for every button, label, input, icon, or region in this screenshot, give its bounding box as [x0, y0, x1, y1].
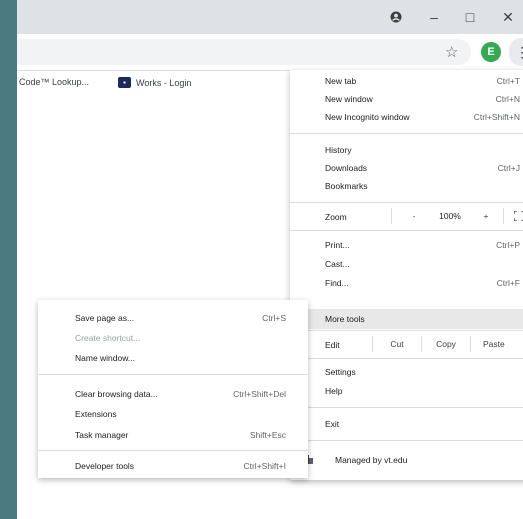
toolbar: ☆ E ⋮ — [17, 34, 523, 71]
cut-button[interactable]: Cut — [373, 331, 421, 357]
menu-item-history[interactable]: History — [290, 142, 523, 159]
bookmark-item[interactable]: ▪ Works - Login — [118, 77, 191, 88]
zoom-in-button[interactable]: + — [466, 203, 506, 229]
submenu-divider — [38, 374, 308, 375]
star-icon[interactable]: ☆ — [445, 43, 458, 61]
menu-item-label: Help — [325, 386, 343, 396]
submenu-item-label: Task manager — [75, 430, 129, 440]
submenu-item-name-window[interactable]: Name window... — [38, 348, 308, 368]
bookmark-label: Code™ Lookup... — [19, 77, 90, 87]
menu-item-find[interactable]: Find... Ctrl+F — [290, 275, 523, 292]
more-tools-submenu: Save page as... Ctrl+S Create shortcut..… — [38, 300, 308, 478]
menu-item-label: New window — [325, 94, 373, 104]
browser-window: – □ ✕ ☆ E ⋮ Code™ Lookup... ▪ Works - Lo… — [17, 0, 523, 519]
menu-item-exit[interactable]: Exit — [290, 416, 523, 433]
menu-divider — [290, 358, 523, 359]
submenu-item-shortcut: Ctrl+Shift+I — [243, 461, 286, 471]
account-circle-icon[interactable] — [383, 6, 409, 28]
chrome-menu-button[interactable]: ⋮ — [509, 38, 523, 66]
zoom-divider — [391, 208, 392, 224]
menu-item-label: Exit — [325, 419, 340, 429]
submenu-item-save-page[interactable]: Save page as... Ctrl+S — [38, 308, 308, 328]
menu-item-shortcut: Ctrl+Shift+N — [473, 112, 520, 122]
paste-button[interactable]: Paste — [471, 331, 523, 357]
menu-divider — [290, 133, 523, 134]
bookmark-label: Works - Login — [136, 77, 192, 88]
bookmark-site-icon: ▪ — [118, 77, 131, 88]
submenu-item-label: Developer tools — [75, 461, 135, 471]
menu-item-label: More tools — [325, 314, 365, 324]
menu-item-bookmarks[interactable]: Bookmarks — [290, 178, 523, 195]
submenu-item-shortcut: Ctrl+S — [262, 313, 286, 323]
minimize-button[interactable]: – — [421, 6, 447, 28]
zoom-level: 100% — [439, 211, 461, 221]
address-bar[interactable]: ☆ — [17, 39, 471, 65]
profile-avatar[interactable]: E — [481, 42, 501, 62]
menu-item-new-tab[interactable]: New tab Ctrl+T — [290, 73, 523, 90]
maximize-button[interactable]: □ — [457, 6, 483, 28]
menu-item-label: New Incognito window — [325, 112, 410, 122]
bookmark-item[interactable]: Code™ Lookup... — [19, 77, 89, 87]
menu-item-shortcut: Ctrl+P — [496, 240, 520, 250]
submenu-item-label: Name window... — [75, 353, 135, 363]
menu-item-settings[interactable]: Settings — [290, 364, 523, 381]
menu-item-label: Find... — [325, 278, 349, 288]
menu-item-label: History — [325, 145, 352, 155]
submenu-item-label: Extensions — [75, 409, 117, 419]
submenu-divider — [38, 450, 308, 451]
zoom-divider — [503, 208, 504, 224]
menu-item-shortcut: Ctrl+T — [496, 76, 520, 86]
zoom-label: Zoom — [325, 212, 347, 222]
chrome-menu: New tab Ctrl+T New window Ctrl+N New Inc… — [290, 70, 523, 480]
menu-item-label: Downloads — [325, 163, 368, 173]
submenu-item-clear-browsing-data[interactable]: Clear browsing data... Ctrl+Shift+Del — [38, 384, 308, 404]
menu-item-help[interactable]: Help — [290, 383, 523, 400]
menu-item-label: New tab — [325, 76, 357, 86]
close-button[interactable]: ✕ — [495, 6, 521, 28]
submenu-item-developer-tools[interactable]: Developer tools Ctrl+Shift+I — [38, 456, 308, 476]
menu-row-zoom: Zoom - 100% + — [290, 203, 523, 229]
submenu-item-shortcut: Ctrl+Shift+Del — [233, 389, 286, 399]
submenu-item-label: Save page as... — [75, 313, 135, 323]
menu-divider — [290, 407, 523, 408]
menu-item-shortcut: Ctrl+J — [497, 163, 520, 173]
zoom-out-button[interactable]: - — [394, 203, 434, 229]
menu-item-label: Bookmarks — [325, 181, 368, 191]
menu-item-downloads[interactable]: Downloads Ctrl+J — [290, 160, 523, 177]
menu-row-edit: Edit Cut Copy Paste — [290, 331, 523, 357]
copy-button[interactable]: Copy — [422, 331, 470, 357]
edit-label: Edit — [325, 340, 340, 350]
title-bar: – □ ✕ — [17, 0, 523, 34]
submenu-item-create-shortcut[interactable]: Create shortcut... — [38, 328, 308, 348]
submenu-item-label: Clear browsing data... — [75, 389, 158, 399]
menu-item-label: Managed by vt.edu — [335, 455, 408, 465]
submenu-item-extensions[interactable]: Extensions — [38, 404, 308, 424]
menu-item-print[interactable]: Print... Ctrl+P — [290, 237, 523, 254]
menu-item-cast[interactable]: Cast... — [290, 256, 523, 273]
fullscreen-icon[interactable] — [508, 203, 523, 229]
menu-item-new-incognito[interactable]: New Incognito window Ctrl+Shift+N — [290, 109, 523, 126]
menu-item-more-tools[interactable]: More tools — [290, 309, 523, 329]
menu-item-shortcut: Ctrl+N — [495, 94, 520, 104]
menu-item-new-window[interactable]: New window Ctrl+N — [290, 91, 523, 108]
menu-item-label: Cast... — [325, 259, 350, 269]
menu-item-label: Settings — [325, 367, 356, 377]
menu-item-label: Print... — [325, 240, 350, 250]
menu-item-shortcut: Ctrl+F — [496, 278, 520, 288]
menu-divider — [290, 230, 523, 231]
submenu-item-label: Create shortcut... — [75, 333, 141, 343]
submenu-item-task-manager[interactable]: Task manager Shift+Esc — [38, 425, 308, 445]
submenu-item-shortcut: Shift+Esc — [249, 430, 286, 440]
menu-item-managed[interactable]: Managed by vt.edu — [290, 450, 523, 470]
menu-divider — [290, 440, 523, 441]
